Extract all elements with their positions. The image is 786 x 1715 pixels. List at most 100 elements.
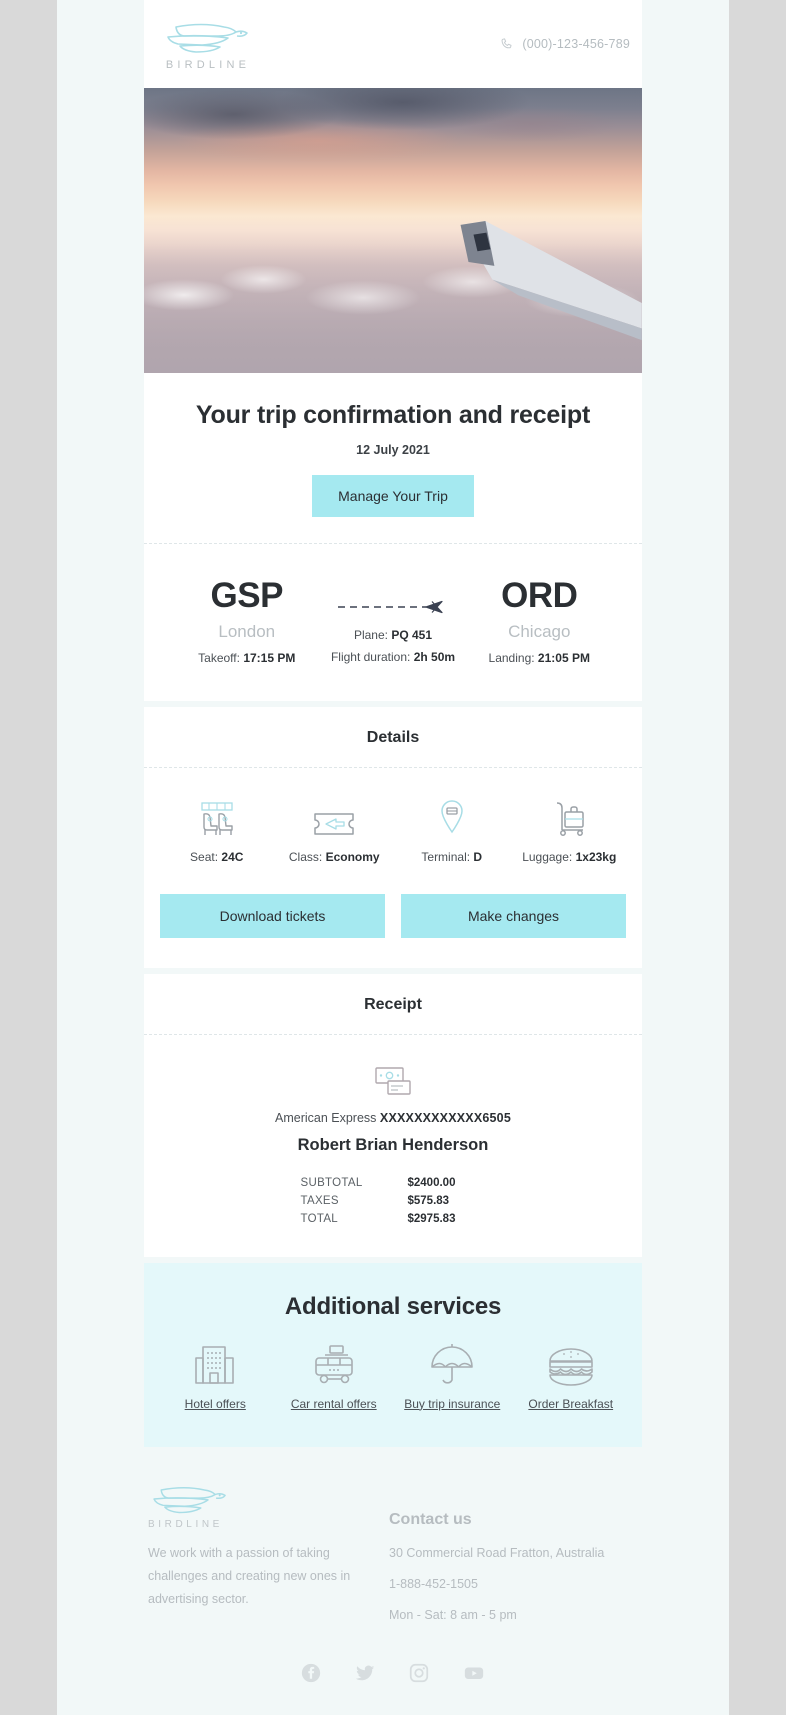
- origin-city: London: [218, 621, 276, 641]
- card-info: American Express XXXXXXXXXXXX6505: [164, 1111, 622, 1125]
- email-header: BIRDLINE (000)-123-456-789: [144, 0, 642, 88]
- origin-time: Takeoff: 17:15 PM: [168, 651, 326, 665]
- duration-value: 2h 50m: [413, 650, 456, 664]
- hero-sky-clouds: [144, 88, 642, 208]
- terminal-pin-icon: [440, 799, 463, 834]
- burger-icon: [548, 1347, 593, 1386]
- subtotal-label: SUBTOTAL: [300, 1176, 363, 1189]
- header-phone-number: (000)-123-456-789: [522, 37, 630, 51]
- trip-date: 12 July 2021: [356, 443, 430, 457]
- luggage-cart-icon: [557, 802, 584, 836]
- hero-image: [144, 88, 642, 373]
- contact-address: 30 Commercial Road Fratton, Australia: [389, 1545, 605, 1560]
- duration-info: Flight duration: 2h 50m: [326, 650, 461, 664]
- receipt-card: Receipt American Express XXXXXXXXXXXX650…: [144, 973, 642, 1257]
- detail-terminal: Terminal: D: [393, 798, 511, 864]
- facebook-link[interactable]: [300, 1662, 322, 1689]
- total-label: TOTAL: [300, 1212, 338, 1225]
- download-tickets-button[interactable]: Download tickets: [160, 893, 385, 938]
- details-heading: Details: [366, 728, 420, 746]
- plane-value: PQ 451: [391, 628, 433, 642]
- taxes-label: TAXES: [300, 1194, 339, 1207]
- service-hotel[interactable]: Hotel offers: [156, 1339, 275, 1413]
- total-row: SUBTOTAL $2400.00: [301, 1177, 486, 1189]
- airplane-seat-icon: [201, 802, 233, 835]
- detail-seat: Seat: 24C: [158, 798, 276, 864]
- duration-label: Flight duration:: [330, 650, 411, 664]
- seat-label-row: Seat: 24C: [158, 850, 276, 864]
- email-footer: BIRDLINE We work with a passion of takin…: [144, 1447, 642, 1715]
- manage-trip-button[interactable]: Manage Your Trip: [312, 475, 474, 517]
- instagram-icon: [409, 1663, 429, 1682]
- footer-brand-wordmark: BIRDLINE: [148, 1518, 223, 1530]
- brand-wordmark: BIRDLINE: [165, 59, 251, 71]
- landing-label: Landing:: [488, 650, 535, 665]
- subtotal-value: $2400.00: [407, 1176, 456, 1189]
- twitter-link[interactable]: [354, 1662, 376, 1689]
- seat-value: 24C: [221, 849, 244, 864]
- intro-card: Your trip confirmation and receipt 12 Ju…: [144, 373, 642, 701]
- class-label-row: Class: Economy: [276, 850, 394, 864]
- plane-info: Plane: PQ 451: [326, 628, 461, 642]
- services-heading: Additional services: [284, 1292, 502, 1320]
- class-label: Class:: [288, 849, 323, 864]
- receipt-heading: Receipt: [364, 995, 422, 1013]
- page-title: Your trip confirmation and receipt: [195, 401, 591, 429]
- plane-label: Plane:: [353, 628, 388, 642]
- header-phone[interactable]: (000)-123-456-789: [499, 37, 630, 52]
- route-destination: ORD Chicago Landing: 21:05 PM: [461, 576, 619, 665]
- car-rental-offers-link[interactable]: Car rental offers: [291, 1397, 377, 1411]
- ticket-icon: [314, 813, 354, 835]
- terminal-label: Terminal:: [421, 849, 471, 864]
- detail-class: Class: Economy: [276, 798, 394, 864]
- taxes-value: $575.83: [407, 1194, 450, 1207]
- details-card: Details Seat: 24C Class: Economy Termina…: [144, 706, 642, 968]
- terminal-label-row: Terminal: D: [393, 850, 511, 864]
- service-insurance[interactable]: Buy trip insurance: [393, 1339, 512, 1413]
- youtube-link[interactable]: [462, 1662, 486, 1689]
- total-row: TOTAL $2975.83: [301, 1213, 486, 1225]
- luggage-label: Luggage:: [522, 849, 573, 864]
- destination-code: ORD: [501, 576, 578, 615]
- make-changes-button[interactable]: Make changes: [401, 893, 626, 938]
- airplane-wing-icon: [460, 221, 642, 341]
- takeoff-time: 17:15 PM: [243, 650, 296, 665]
- phone-icon: [501, 37, 512, 48]
- service-breakfast[interactable]: Order Breakfast: [512, 1339, 631, 1413]
- class-value: Economy: [325, 849, 380, 864]
- seat-label: Seat:: [190, 849, 219, 864]
- hotel-building-icon: [195, 1345, 235, 1384]
- youtube-icon: [464, 1667, 484, 1679]
- takeoff-label: Takeoff:: [198, 650, 240, 665]
- footer-brand-logo[interactable]: BIRDLINE: [148, 1481, 363, 1530]
- flight-route: GSP London Takeoff: 17:15 PM Plane: PQ 4…: [144, 544, 642, 701]
- luggage-value: 1x23kg: [575, 849, 617, 864]
- flight-path-icon: [338, 600, 443, 614]
- receipt-totals: SUBTOTAL $2400.00 TAXES $575.83 TOTAL $2…: [301, 1177, 486, 1225]
- cash-and-card-icon: [375, 1067, 411, 1095]
- facebook-icon: [301, 1663, 321, 1682]
- contact-hours: Mon - Sat: 8 am - 5 pm: [389, 1607, 517, 1622]
- additional-services: Additional services Hotel offers Car ren…: [144, 1262, 642, 1447]
- umbrella-icon: [431, 1343, 474, 1384]
- card-holder-name: Robert Brian Henderson: [297, 1135, 489, 1154]
- contact-us-heading: Contact us: [389, 1510, 472, 1528]
- route-middle: Plane: PQ 451 Flight duration: 2h 50m: [326, 578, 461, 664]
- detail-luggage: Luggage: 1x23kg: [511, 798, 629, 864]
- instagram-link[interactable]: [408, 1662, 430, 1689]
- terminal-value: D: [473, 849, 483, 864]
- brand-logo[interactable]: BIRDLINE: [162, 17, 254, 71]
- contact-phone[interactable]: 1-888-452-1505: [389, 1577, 638, 1591]
- buy-trip-insurance-link[interactable]: Buy trip insurance: [404, 1397, 500, 1411]
- route-origin: GSP London Takeoff: 17:15 PM: [168, 577, 326, 665]
- total-value: $2975.83: [407, 1212, 456, 1225]
- car-rental-icon: [314, 1344, 353, 1384]
- total-row: TAXES $575.83: [301, 1195, 486, 1207]
- destination-city: Chicago: [508, 621, 571, 641]
- luggage-label-row: Luggage: 1x23kg: [511, 850, 629, 864]
- landing-time: 21:05 PM: [537, 650, 590, 665]
- service-car-rental[interactable]: Car rental offers: [275, 1339, 394, 1413]
- destination-time: Landing: 21:05 PM: [461, 651, 619, 665]
- hotel-offers-link[interactable]: Hotel offers: [185, 1397, 246, 1411]
- order-breakfast-link[interactable]: Order Breakfast: [528, 1397, 613, 1411]
